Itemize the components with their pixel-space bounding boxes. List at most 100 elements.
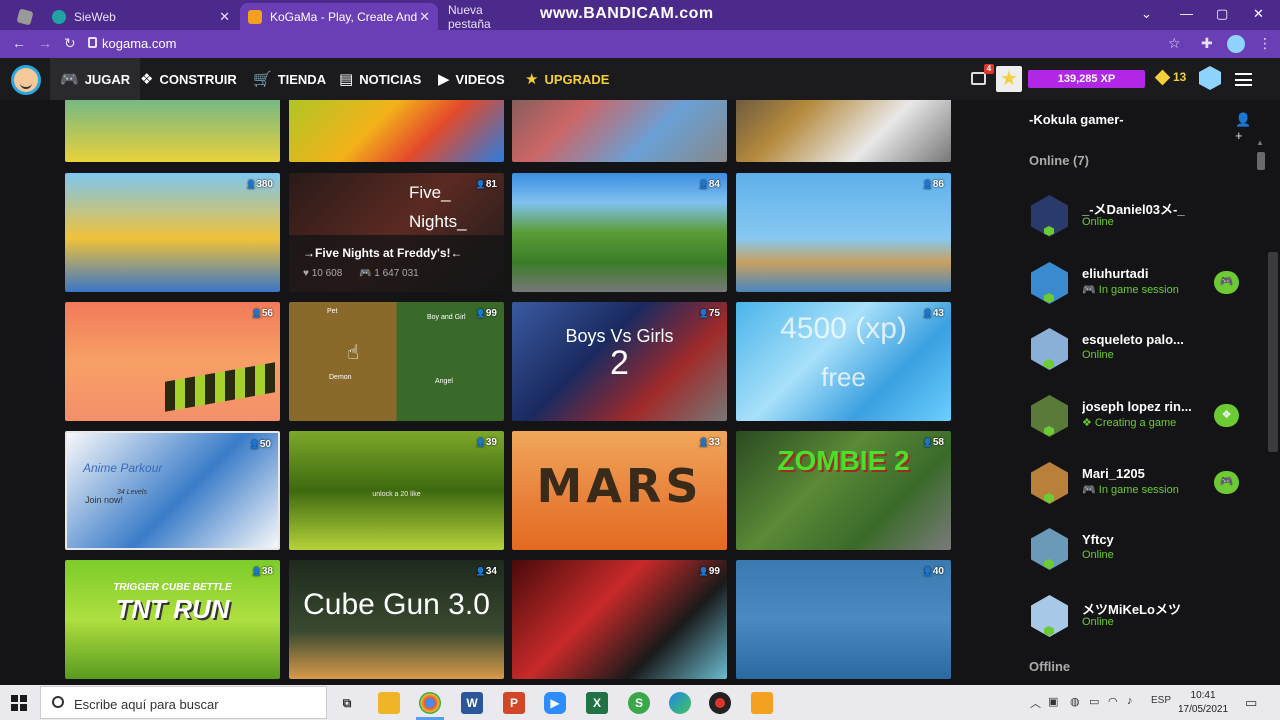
game-card[interactable]: 56 [65, 302, 280, 421]
lock-icon [88, 37, 97, 48]
language-indicator[interactable]: ESP [1151, 695, 1171, 706]
bookmark-star-icon[interactable]: ☆ [1168, 35, 1181, 52]
back-icon[interactable]: ← [12, 35, 26, 51]
gold-counter[interactable]: 13 [1154, 69, 1186, 85]
join-game-button[interactable]: 🎮 [1214, 271, 1239, 294]
battery-icon[interactable]: ▭ [1089, 695, 1099, 708]
game-card[interactable]: 43 4500 (xp) free [736, 302, 951, 421]
volume-icon[interactable]: ♪ [1127, 695, 1133, 707]
game-card[interactable]: 99 [512, 560, 727, 679]
player-count: 33 [699, 437, 720, 448]
game-card[interactable]: 39 unlock a 20 like [289, 431, 504, 550]
chrome-icon[interactable] [419, 692, 441, 714]
nav-label: VIDEOS [455, 71, 505, 87]
game-card[interactable] [65, 100, 280, 162]
game-card[interactable] [289, 100, 504, 162]
nav-jugar[interactable]: 🎮 JUGAR [50, 58, 141, 100]
page-scroll-thumb[interactable] [1268, 252, 1278, 452]
forward-icon[interactable]: → [38, 35, 52, 51]
friend-item[interactable]: joseph lopez rin... ❖ Creating a game ❖ [1029, 395, 1252, 445]
maximize-icon[interactable]: ▢ [1216, 6, 1228, 22]
edge-icon[interactable] [669, 692, 691, 714]
game-title-line: Nights_ [409, 212, 467, 231]
friend-item[interactable]: Yftcy Online [1029, 528, 1252, 578]
online-header[interactable]: Online (7) [1029, 153, 1089, 168]
nav-noticias[interactable]: ▤ NOTICIAS [339, 58, 421, 100]
notifications-icon[interactable]: ▭ [1245, 695, 1257, 711]
windows-start-icon[interactable] [11, 695, 27, 711]
wifi-icon[interactable]: ◠ [1108, 695, 1118, 708]
game-card[interactable]: 34 Cube Gun 3.0 [289, 560, 504, 679]
tray-arrow-icon[interactable]: ︿ [1030, 695, 1041, 711]
scrollbar[interactable]: ▲ [1252, 100, 1280, 685]
bandicam-app-icon[interactable] [709, 692, 731, 714]
word-icon[interactable]: W [461, 692, 483, 714]
achievement-star-icon[interactable]: ★ [996, 66, 1022, 92]
game-card[interactable] [512, 100, 727, 162]
offline-header[interactable]: Offline [1029, 659, 1070, 674]
profile-avatar[interactable] [1227, 35, 1245, 53]
reload-icon[interactable]: ↻ [64, 35, 76, 52]
likes-stat: ♥ 10 608 [303, 268, 343, 279]
xp-counter[interactable]: 139,285 XP [1028, 70, 1145, 88]
user-avatar[interactable] [1199, 66, 1221, 90]
sieweb-app-icon[interactable]: S [628, 692, 650, 714]
powerpoint-icon[interactable]: P [503, 692, 525, 714]
join-game-button[interactable]: 🎮 [1214, 471, 1239, 494]
sidebar-scroll-thumb[interactable] [1257, 152, 1265, 170]
nav-construir[interactable]: ❖ CONSTRUIR [140, 58, 237, 100]
nav-label: TIENDA [277, 71, 327, 87]
kogama-app-icon[interactable] [751, 692, 773, 714]
game-card[interactable]: 33 MARS [512, 431, 727, 550]
roblox-tab-icon[interactable] [10, 3, 34, 30]
messages-icon[interactable] [971, 72, 986, 85]
game-card[interactable]: 86 [736, 173, 951, 292]
game-card[interactable]: 58 ZOMBIE 2 [736, 431, 951, 550]
game-card[interactable] [736, 100, 951, 162]
nav-tienda[interactable]: 🛒 TIENDA [253, 58, 326, 100]
friend-item[interactable]: _-メDaniel03メ-_ Online [1029, 195, 1252, 245]
game-title: Anime Parkour [83, 461, 163, 475]
close-icon[interactable]: ✕ [419, 9, 430, 25]
game-card[interactable]: 40 [736, 560, 951, 679]
profile-dropdown-icon[interactable]: ⌄ [1141, 6, 1152, 22]
task-view-icon[interactable]: ⧉ [336, 692, 358, 714]
file-explorer-icon[interactable] [378, 692, 400, 714]
game-card[interactable]: 38 TRIGGER CUBE BETTLE TNT RUN [65, 560, 280, 679]
close-window-icon[interactable]: ✕ [1253, 6, 1264, 22]
scroll-up-icon[interactable]: ▲ [1256, 138, 1264, 147]
taskbar-search[interactable]: Escribe aquí para buscar [40, 686, 327, 719]
game-card[interactable]: 99 Pet Boy and Girl Demon Angel ☝ [289, 302, 504, 421]
clock[interactable]: 10:41 17/05/2021 [1178, 689, 1228, 717]
extensions-icon[interactable]: ✚ [1201, 35, 1213, 52]
creating-game-button[interactable]: ❖ [1214, 404, 1239, 427]
friend-item[interactable]: eliuhurtadi 🎮 In game session 🎮 [1029, 262, 1252, 312]
menu-dots-icon[interactable]: ⋮ [1258, 35, 1272, 52]
tray-app-icon[interactable]: ◍ [1070, 695, 1080, 708]
tab-kogama[interactable]: KoGaMa - Play, Create And Share ✕ [240, 3, 438, 30]
nav-videos[interactable]: ▶ VIDEOS [438, 58, 505, 100]
tab-sieweb[interactable]: SieWeb ✕ [44, 3, 238, 30]
zoom-icon[interactable]: ▶ [544, 692, 566, 714]
excel-icon[interactable]: X [586, 692, 608, 714]
close-icon[interactable]: ✕ [219, 9, 230, 25]
game-card[interactable]: 380 [65, 173, 280, 292]
friend-item[interactable]: Mari_1205 🎮 In game session 🎮 [1029, 462, 1252, 512]
add-friend-icon[interactable]: 👤+ [1235, 112, 1252, 143]
game-card[interactable]: 50 Anime Parkour 34 Levels Join now! [65, 431, 280, 550]
url-field[interactable]: kogama.com [102, 36, 176, 51]
game-card-five-nights[interactable]: 81 Five_ Nights_ →Five Nights at Freddy'… [289, 173, 504, 292]
player-count: 380 [246, 179, 273, 190]
tray-app-icon[interactable]: ▣ [1048, 695, 1058, 708]
game-subtitle: free [821, 362, 866, 392]
kogama-logo[interactable] [11, 65, 41, 95]
game-card[interactable]: 84 [512, 173, 727, 292]
friend-item[interactable]: メツMiKeLoメツ Online [1029, 595, 1252, 645]
nav-upgrade[interactable]: ★ UPGRADE [525, 58, 609, 100]
minimize-icon[interactable]: — [1180, 6, 1193, 21]
game-card[interactable]: 75 Boys Vs Girls 2 [512, 302, 727, 421]
tab-new[interactable]: Nueva pestaña [440, 3, 530, 31]
friend-item[interactable]: esqueleto palo... Online [1029, 328, 1252, 378]
hamburger-menu-icon[interactable] [1235, 73, 1252, 86]
search-placeholder: Escribe aquí para buscar [74, 697, 219, 712]
